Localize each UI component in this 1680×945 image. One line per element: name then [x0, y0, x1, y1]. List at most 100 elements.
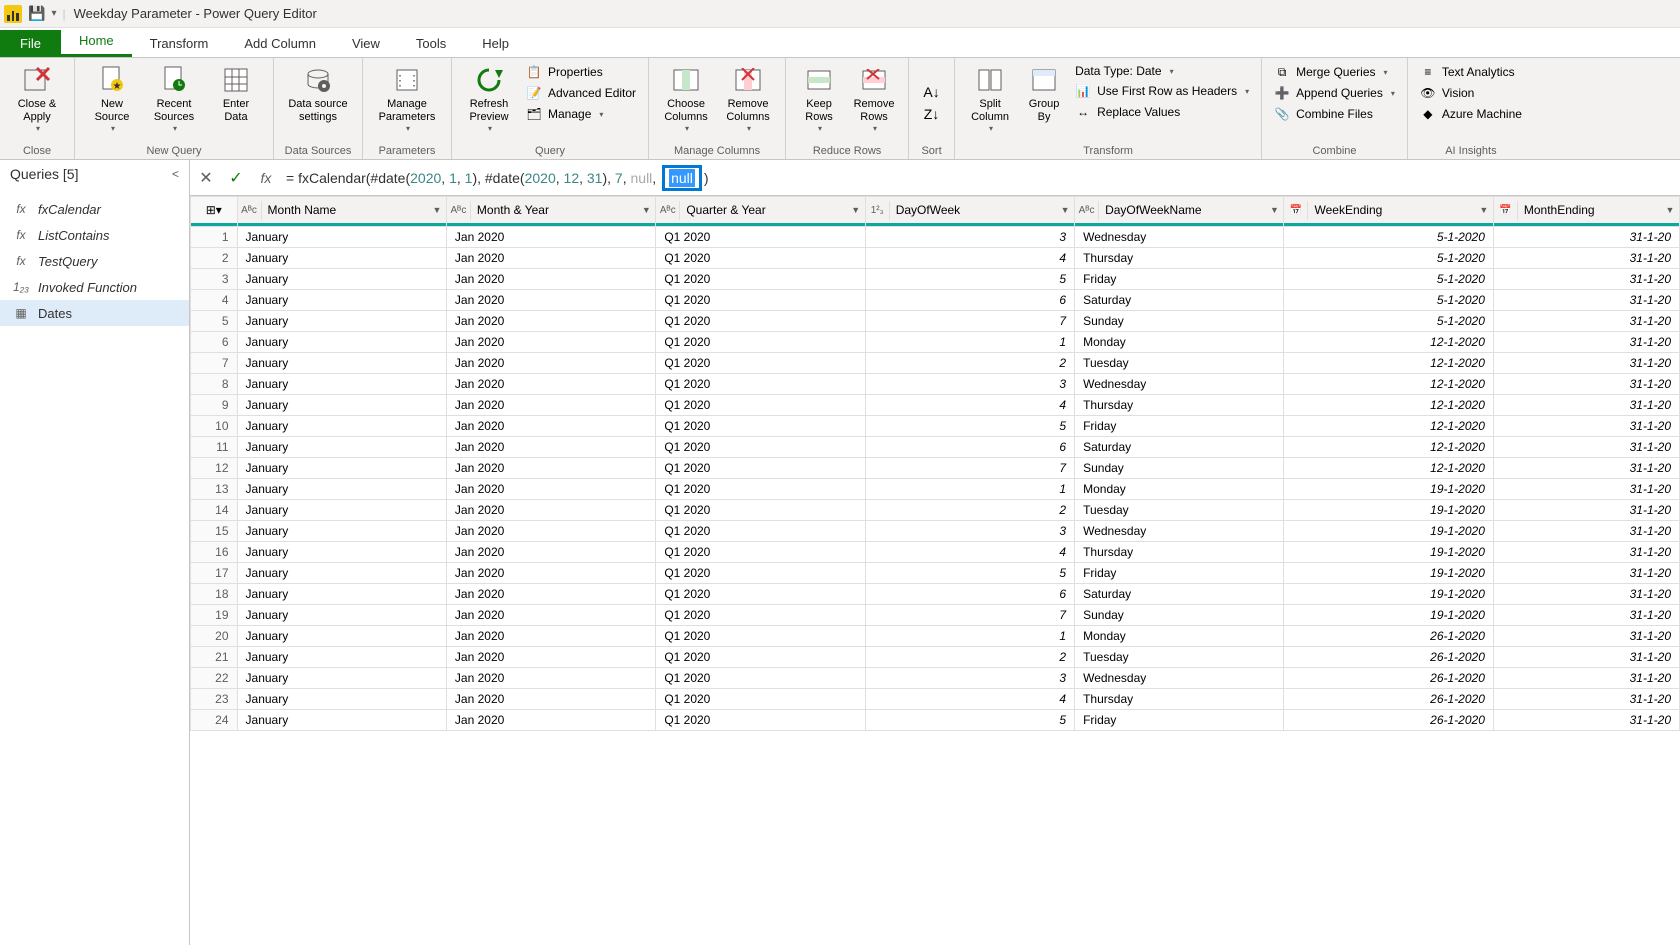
cell[interactable]: Saturday: [1075, 437, 1284, 458]
cell[interactable]: Q1 2020: [656, 227, 865, 248]
cell[interactable]: 5-1-2020: [1284, 311, 1493, 332]
table-row[interactable]: 21JanuaryJan 2020Q1 20202Tuesday26-1-202…: [191, 647, 1680, 668]
cell[interactable]: January: [237, 689, 446, 710]
cell[interactable]: 7: [865, 458, 1074, 479]
cell[interactable]: Jan 2020: [446, 647, 655, 668]
cell[interactable]: January: [237, 353, 446, 374]
text-type-icon[interactable]: Aᴮc: [238, 201, 262, 220]
cell[interactable]: 4: [865, 689, 1074, 710]
properties-button[interactable]: 📋Properties: [522, 62, 640, 82]
accept-formula-button[interactable]: ✓: [226, 168, 246, 188]
cell[interactable]: January: [237, 647, 446, 668]
cell[interactable]: Q1 2020: [656, 605, 865, 626]
vision-button[interactable]: 👁Vision: [1416, 83, 1526, 103]
cell[interactable]: 19-1-2020: [1284, 479, 1493, 500]
cell[interactable]: Jan 2020: [446, 227, 655, 248]
cell[interactable]: Jan 2020: [446, 521, 655, 542]
cell[interactable]: January: [237, 668, 446, 689]
cell[interactable]: 19-1-2020: [1284, 500, 1493, 521]
cell[interactable]: 12-1-2020: [1284, 353, 1493, 374]
cell[interactable]: 5-1-2020: [1284, 227, 1493, 248]
cell[interactable]: Monday: [1075, 332, 1284, 353]
cell[interactable]: 31-1-20: [1493, 626, 1679, 647]
cell[interactable]: 31-1-20: [1493, 290, 1679, 311]
cell[interactable]: January: [237, 563, 446, 584]
table-row[interactable]: 15JanuaryJan 2020Q1 20203Wednesday19-1-2…: [191, 521, 1680, 542]
cell[interactable]: Q1 2020: [656, 563, 865, 584]
cell[interactable]: January: [237, 227, 446, 248]
cell[interactable]: 4: [865, 395, 1074, 416]
cell[interactable]: January: [237, 269, 446, 290]
table-row[interactable]: 17JanuaryJan 2020Q1 20205Friday19-1-2020…: [191, 563, 1680, 584]
cell[interactable]: January: [237, 416, 446, 437]
cell[interactable]: 26-1-2020: [1284, 626, 1493, 647]
cell[interactable]: Jan 2020: [446, 416, 655, 437]
cell[interactable]: 31-1-20: [1493, 479, 1679, 500]
cell[interactable]: Q1 2020: [656, 311, 865, 332]
table-row[interactable]: 23JanuaryJan 2020Q1 20204Thursday26-1-20…: [191, 689, 1680, 710]
append-queries-button[interactable]: ➕Append Queries: [1270, 83, 1399, 103]
cell[interactable]: 31-1-20: [1493, 332, 1679, 353]
cell[interactable]: Tuesday: [1075, 647, 1284, 668]
cell[interactable]: January: [237, 605, 446, 626]
cell[interactable]: January: [237, 332, 446, 353]
cell[interactable]: Monday: [1075, 479, 1284, 500]
cell[interactable]: 31-1-20: [1493, 458, 1679, 479]
cell[interactable]: 2: [865, 647, 1074, 668]
column-filter-button[interactable]: ▼: [847, 205, 865, 215]
save-icon[interactable]: 💾: [28, 5, 45, 22]
cell[interactable]: 31-1-20: [1493, 542, 1679, 563]
table-row[interactable]: 22JanuaryJan 2020Q1 20203Wednesday26-1-2…: [191, 668, 1680, 689]
cell[interactable]: January: [237, 500, 446, 521]
cell[interactable]: 12-1-2020: [1284, 395, 1493, 416]
cell[interactable]: Monday: [1075, 626, 1284, 647]
text-analytics-button[interactable]: ≡Text Analytics: [1416, 62, 1526, 82]
cell[interactable]: Thursday: [1075, 248, 1284, 269]
table-row[interactable]: 2JanuaryJan 2020Q1 20204Thursday5-1-2020…: [191, 248, 1680, 269]
cell[interactable]: January: [237, 458, 446, 479]
cell[interactable]: Q1 2020: [656, 290, 865, 311]
table-row[interactable]: 8JanuaryJan 2020Q1 20203Wednesday12-1-20…: [191, 374, 1680, 395]
cell[interactable]: Jan 2020: [446, 353, 655, 374]
cell[interactable]: January: [237, 710, 446, 731]
cell[interactable]: Q1 2020: [656, 479, 865, 500]
table-row[interactable]: 13JanuaryJan 2020Q1 20201Monday19-1-2020…: [191, 479, 1680, 500]
cell[interactable]: 31-1-20: [1493, 500, 1679, 521]
column-header-month-name[interactable]: AᴮcMonth Name▼: [237, 197, 446, 227]
data-source-settings-button[interactable]: Data source settings: [282, 62, 354, 126]
cell[interactable]: January: [237, 521, 446, 542]
column-filter-button[interactable]: ▼: [1661, 205, 1679, 215]
cell[interactable]: 1: [865, 479, 1074, 500]
manage-parameters-button[interactable]: ⋮⋮ Manage Parameters: [371, 62, 443, 136]
query-item-invoked-function[interactable]: 1₂₃Invoked Function: [0, 274, 189, 300]
table-row[interactable]: 3JanuaryJan 2020Q1 20205Friday5-1-202031…: [191, 269, 1680, 290]
cell[interactable]: 3: [865, 374, 1074, 395]
query-item-dates[interactable]: ▦Dates: [0, 300, 189, 326]
cell[interactable]: Jan 2020: [446, 542, 655, 563]
cell[interactable]: 31-1-20: [1493, 353, 1679, 374]
cell[interactable]: 5: [865, 416, 1074, 437]
table-row[interactable]: 12JanuaryJan 2020Q1 20207Sunday12-1-2020…: [191, 458, 1680, 479]
split-column-button[interactable]: Split Column: [963, 62, 1017, 136]
cell[interactable]: 4: [865, 542, 1074, 563]
cell[interactable]: Q1 2020: [656, 542, 865, 563]
cell[interactable]: Q1 2020: [656, 374, 865, 395]
date-type-icon[interactable]: 📅: [1494, 201, 1518, 220]
table-row[interactable]: 20JanuaryJan 2020Q1 20201Monday26-1-2020…: [191, 626, 1680, 647]
formula-input[interactable]: = fxCalendar(#date(2020, 1, 1), #date(20…: [286, 165, 1674, 191]
table-row[interactable]: 7JanuaryJan 2020Q1 20202Tuesday12-1-2020…: [191, 353, 1680, 374]
cell[interactable]: Sunday: [1075, 311, 1284, 332]
manage-button[interactable]: 🗂Manage: [522, 104, 640, 124]
cell[interactable]: Jan 2020: [446, 563, 655, 584]
tab-tools[interactable]: Tools: [398, 30, 464, 57]
cell[interactable]: Jan 2020: [446, 248, 655, 269]
cell[interactable]: 5: [865, 269, 1074, 290]
cell[interactable]: 3: [865, 521, 1074, 542]
table-row[interactable]: 9JanuaryJan 2020Q1 20204Thursday12-1-202…: [191, 395, 1680, 416]
table-row[interactable]: 11JanuaryJan 2020Q1 20206Saturday12-1-20…: [191, 437, 1680, 458]
cell[interactable]: Jan 2020: [446, 689, 655, 710]
row-number-header[interactable]: ⊞▾: [191, 197, 238, 227]
refresh-preview-button[interactable]: Refresh Preview: [460, 62, 518, 136]
cell[interactable]: Jan 2020: [446, 584, 655, 605]
table-row[interactable]: 24JanuaryJan 2020Q1 20205Friday26-1-2020…: [191, 710, 1680, 731]
